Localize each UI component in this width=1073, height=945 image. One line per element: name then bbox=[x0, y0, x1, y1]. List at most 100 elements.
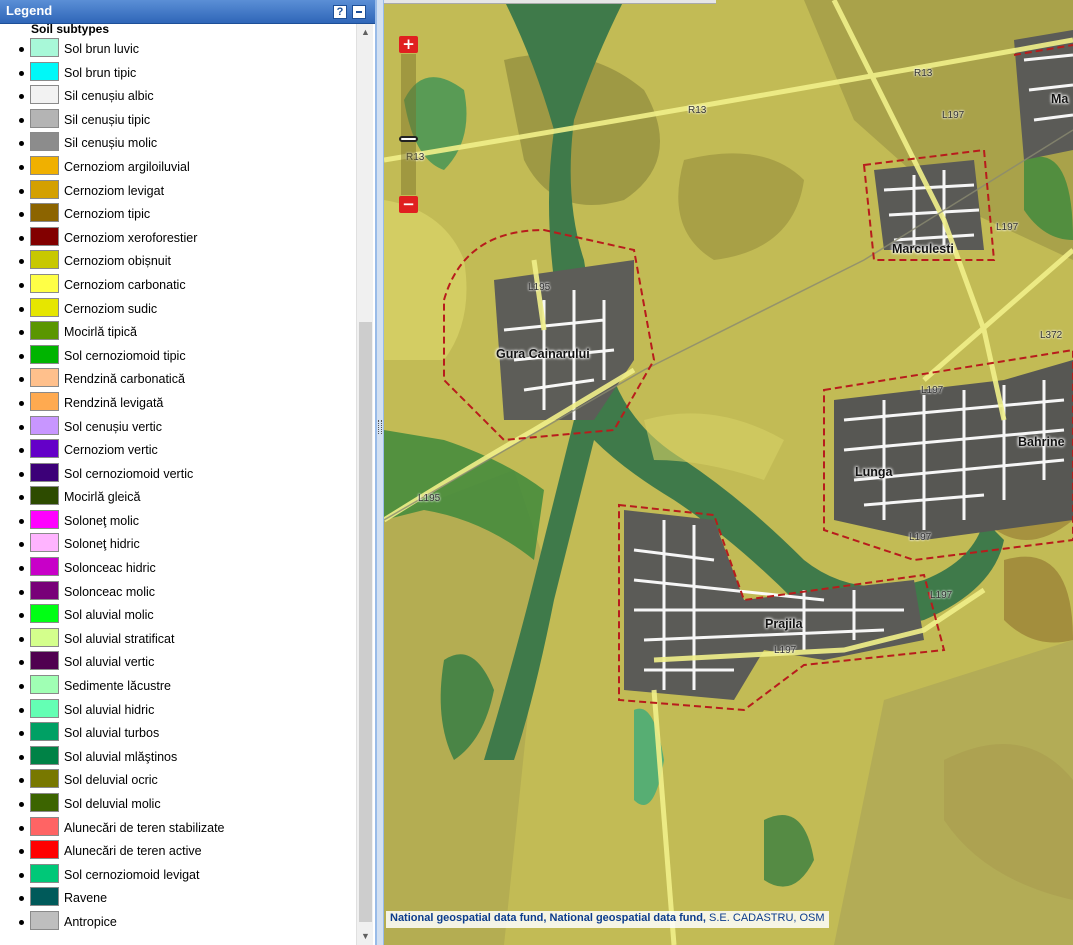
legend-item-label: Ravene bbox=[64, 891, 108, 906]
place-label-lunga: Lunga bbox=[855, 465, 893, 479]
legend-swatch bbox=[30, 675, 59, 695]
bullet-icon bbox=[19, 778, 24, 784]
collapse-legend-button[interactable] bbox=[352, 5, 366, 19]
legend-item-label: Sol deluvial ocric bbox=[64, 773, 158, 788]
legend-item: Cernoziom tipic bbox=[0, 203, 356, 227]
bullet-icon bbox=[19, 259, 24, 265]
bullet-icon bbox=[19, 872, 24, 878]
legend-swatch bbox=[30, 61, 59, 81]
legend-list: Sol brun luvic Sol brun tipic Sil cenușiu … bbox=[0, 38, 356, 935]
legend-swatch bbox=[30, 108, 59, 128]
legend-swatch bbox=[30, 887, 59, 907]
legend-item: Sol aluvial stratificat bbox=[0, 627, 356, 652]
map-viewport[interactable]: Gura Cainarului Marculesti Lunga Bahrine… bbox=[384, 0, 1073, 945]
legend-item: Rendzină levigată bbox=[0, 391, 356, 416]
legend-swatch bbox=[30, 297, 59, 317]
road-label: L195 bbox=[418, 493, 441, 504]
legend-swatch bbox=[30, 509, 59, 529]
scroll-thumb[interactable] bbox=[359, 322, 372, 922]
legend-item: Soloneţ hidric bbox=[0, 533, 356, 557]
bullet-icon bbox=[19, 330, 24, 336]
legend-swatch bbox=[30, 179, 59, 199]
legend-header: Legend ? bbox=[0, 0, 375, 24]
legend-swatch bbox=[30, 604, 59, 624]
road-label: L197 bbox=[942, 110, 965, 121]
legend-item-label: Cernoziom argiloiluvial bbox=[64, 159, 190, 174]
bullet-icon bbox=[19, 589, 24, 595]
legend-item-label: Cernoziom levigat bbox=[64, 183, 165, 198]
soil-map[interactable] bbox=[384, 0, 1073, 945]
legend-item-label: Sol aluvial mlăştinos bbox=[64, 749, 178, 764]
zoom-in-button[interactable]: + bbox=[399, 36, 418, 53]
road-label: L195 bbox=[528, 282, 551, 293]
legend-item: Alunecări de teren stabilizate bbox=[0, 816, 356, 841]
legend-item-label: Sol aluvial stratificat bbox=[64, 631, 175, 646]
bullet-icon bbox=[19, 212, 24, 218]
zoom-out-button[interactable]: − bbox=[399, 196, 418, 213]
legend-swatch bbox=[30, 745, 59, 765]
splitter-grip-icon[interactable] bbox=[378, 420, 382, 434]
legend-item-label: Sedimente lăcustre bbox=[64, 679, 172, 694]
place-label-gura-cainarului: Gura Cainarului bbox=[496, 347, 590, 361]
bullet-icon bbox=[19, 518, 24, 524]
legend-item: Sol cenușiu vertic bbox=[0, 415, 356, 440]
legend-item: Sol aluvial molic bbox=[0, 604, 356, 628]
legend-item-label: Sol aluvial vertic bbox=[64, 655, 155, 670]
legend-item: Cernoziom levigat bbox=[0, 179, 356, 204]
bullet-icon bbox=[19, 896, 24, 902]
legend-item: Sol aluvial vertic bbox=[0, 651, 356, 675]
legend-item-label: Sil cenușiu tipic bbox=[64, 112, 151, 127]
zoom-slider-track[interactable] bbox=[401, 54, 416, 195]
bullet-icon bbox=[19, 636, 24, 642]
bullet-icon bbox=[19, 47, 24, 52]
legend-item: Mocirlă tipică bbox=[0, 321, 356, 345]
legend-item: Ravene bbox=[0, 887, 356, 911]
bullet-icon bbox=[19, 164, 24, 170]
panel-splitter[interactable] bbox=[376, 0, 384, 945]
legend-item: Sol cernoziomoid tipic bbox=[0, 344, 356, 369]
bullet-icon bbox=[19, 495, 24, 501]
legend-scrollbar[interactable]: ▲ ▼ bbox=[356, 24, 373, 945]
map-toolbar-strip[interactable] bbox=[384, 0, 716, 4]
bullet-icon bbox=[19, 660, 24, 666]
bullet-icon bbox=[19, 754, 24, 760]
legend-item: Sil cenușiu molic bbox=[0, 132, 356, 156]
zoom-slider-handle[interactable] bbox=[399, 136, 418, 142]
legend-item-label: Sol aluvial turbos bbox=[64, 726, 160, 741]
bullet-icon bbox=[19, 377, 24, 383]
scroll-down-arrow-icon[interactable]: ▼ bbox=[357, 928, 374, 945]
legend-swatch bbox=[30, 557, 59, 577]
legend-item: Cernoziom obișnuit bbox=[0, 250, 356, 274]
legend-item-label: Cernoziom vertic bbox=[64, 443, 158, 458]
bullet-icon bbox=[19, 448, 24, 454]
legend-item-label: Sol cernoziomoid levigat bbox=[64, 867, 200, 882]
bullet-icon bbox=[19, 731, 24, 737]
bullet-icon bbox=[19, 919, 24, 925]
legend-swatch bbox=[30, 769, 59, 789]
bullet-icon bbox=[19, 400, 24, 406]
legend-item-label: Sol aluvial hidric bbox=[64, 702, 155, 717]
attribution-secondary[interactable]: S.E. CADASTRU, OSM bbox=[706, 912, 825, 924]
bullet-icon bbox=[19, 707, 24, 713]
bullet-icon bbox=[19, 566, 24, 572]
legend-item: Sil cenușiu tipic bbox=[0, 108, 356, 133]
legend-item-label: Mocirlă gleică bbox=[64, 490, 141, 505]
legend-swatch bbox=[30, 439, 59, 459]
help-button[interactable]: ? bbox=[333, 5, 347, 19]
bullet-icon bbox=[19, 94, 24, 100]
road-label: L197 bbox=[774, 645, 797, 656]
road-label: L197 bbox=[921, 385, 944, 396]
legend-item: Cernoziom sudic bbox=[0, 297, 356, 322]
legend-item-label: Sol deluvial molic bbox=[64, 797, 161, 811]
road-label: L197 bbox=[909, 532, 932, 543]
legend-item: Solonceac molic bbox=[0, 580, 356, 605]
legend-item: Cernoziom carbonatic bbox=[0, 273, 356, 298]
legend-item-label: Rendzină levigată bbox=[64, 395, 164, 410]
legend-item: Sol brun tipic bbox=[0, 61, 356, 86]
legend-item: Mocirlă gleică bbox=[0, 486, 356, 510]
legend-list-container[interactable]: Soil subtypes Sol brun luvic Sol brun tip… bbox=[0, 24, 356, 945]
legend-item: Sol cernoziomoid vertic bbox=[0, 462, 356, 487]
legend-swatch bbox=[30, 391, 59, 411]
scroll-up-arrow-icon[interactable]: ▲ bbox=[357, 24, 374, 41]
legend-item-label: Sol cernoziomoid tipic bbox=[64, 348, 186, 363]
